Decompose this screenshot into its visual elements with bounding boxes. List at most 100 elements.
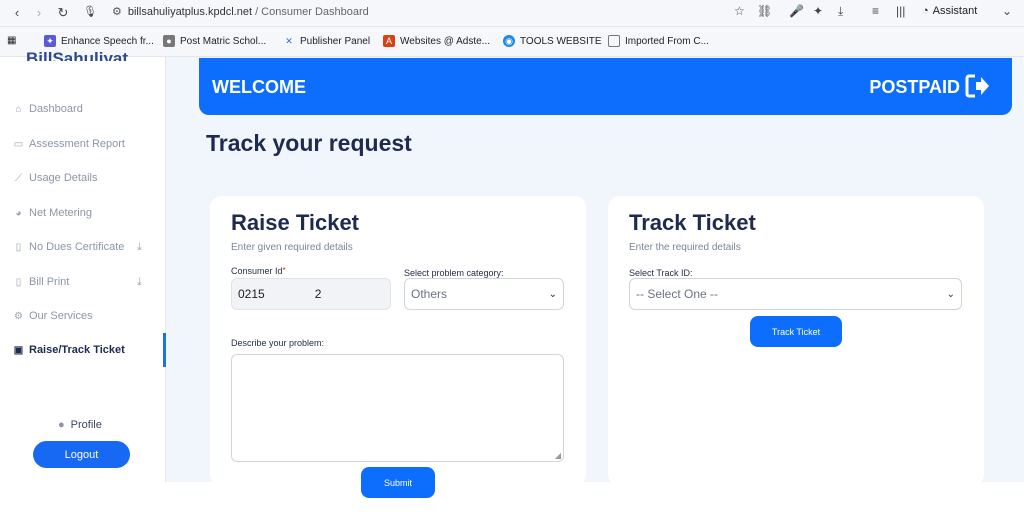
audio-icon[interactable]: ||| — [896, 4, 905, 18]
describe-label: Describe your problem: — [231, 338, 325, 348]
category-label: Select problem category: — [404, 268, 504, 278]
consumer-id-label-text: Consumer Id — [231, 266, 283, 276]
certificate-icon: ▯ — [15, 241, 22, 253]
submit-button[interactable]: Submit — [361, 467, 435, 498]
bookmark-favicon-icon: A — [383, 35, 395, 47]
bookmark-item[interactable]: ◉ TOOLS WEBSITE — [503, 35, 602, 47]
assistant-button[interactable]: ◔ Assistant — [922, 5, 977, 17]
extensions-icon[interactable]: ✦ — [813, 4, 823, 18]
track-id-selected: -- Select One -- — [636, 287, 719, 301]
download-icon[interactable]: ⤓ — [137, 276, 142, 289]
track-ticket-subtitle: Enter the required details — [629, 242, 741, 253]
bookmark-favicon-icon: ◉ — [503, 35, 515, 47]
main-content: WELCOME POSTPAID Track your request Rais… — [166, 57, 1024, 498]
sidebar-item-label: Our Services — [29, 310, 93, 322]
sidebar-item-dashboard[interactable]: ⌂ Dashboard — [13, 103, 153, 115]
bookmark-label: Publisher Panel — [300, 35, 371, 47]
sidebar-item-label: Net Metering — [29, 207, 92, 219]
ticket-icon: ▣ — [13, 344, 24, 356]
reload-icon[interactable]: ↻ — [52, 5, 74, 21]
assistant-icon: ◔ — [922, 5, 929, 17]
sidebar-item-net-metering[interactable]: ◕ Net Metering — [13, 207, 153, 219]
bookmark-label: TOOLS WEBSITE — [520, 35, 602, 47]
folder-icon — [608, 35, 620, 47]
address-bar[interactable]: ⚙ billsahuliyatplus.kpdcl.net / Consumer… — [112, 5, 369, 19]
track-id-select[interactable]: -- Select One -- ⌄ — [629, 278, 962, 310]
assistant-label: Assistant — [932, 5, 978, 17]
consumer-id-tail: 2 — [314, 287, 322, 301]
home-icon: ⌂ — [15, 103, 22, 115]
chevron-down-icon: ⌄ — [946, 288, 955, 300]
voice-icon[interactable]: 🎤 — [789, 4, 804, 18]
menu-lines-icon[interactable]: ≡ — [872, 4, 879, 18]
bookmark-favicon-icon: ✦ — [44, 35, 56, 47]
logout-button[interactable]: Logout — [33, 441, 130, 468]
logout-arrow-icon[interactable] — [964, 73, 990, 99]
link-icon[interactable]: ⛓ — [757, 4, 772, 18]
user-icon: ● — [58, 419, 65, 431]
describe-textarea[interactable]: ◢ — [231, 354, 564, 462]
sidebar-item-bill-print[interactable]: ▯ Bill Print ⤓ — [13, 276, 153, 289]
brand-logo: BillSahuliyat — [26, 49, 129, 61]
bookmark-item[interactable]: ✕ Publisher Panel — [283, 35, 370, 47]
sidebar-item-raise-track-ticket[interactable]: ▣ Raise/Track Ticket — [13, 344, 153, 356]
sidebar-item-assessment-report[interactable]: ▭ Assessment Report — [13, 138, 153, 150]
sidebar-item-label: Assessment Report — [29, 138, 125, 150]
raise-ticket-title: Raise Ticket — [231, 210, 360, 235]
bookmark-item[interactable]: ● Post Matric Schol... — [163, 35, 266, 47]
plan-label: POSTPAID — [869, 77, 960, 97]
bookmark-star-icon[interactable]: ☆ — [734, 4, 745, 18]
sidebar-item-usage-details[interactable]: ⟋ Usage Details — [13, 172, 153, 184]
url-path: / Consumer Dashboard — [252, 5, 369, 18]
sidebar-item-no-dues-certificate[interactable]: ▯ No Dues Certificate ⤓ — [13, 241, 153, 254]
raise-ticket-subtitle: Enter given required details — [231, 242, 353, 253]
sidebar-item-label: Raise/Track Ticket — [29, 344, 125, 356]
consumer-id-value: 0215 — [238, 287, 265, 301]
bookmark-item[interactable]: Imported From C... — [608, 35, 709, 47]
required-marker: * — [282, 266, 286, 275]
track-ticket-button[interactable]: Track Ticket — [750, 316, 842, 347]
welcome-banner: WELCOME POSTPAID — [199, 58, 1012, 115]
bookmarks-bar: ▦ ✦ Enhance Speech fr... ● Post Matric S… — [0, 27, 1024, 57]
browser-toolbar: ‹ › ↻ 🎙 ⚙ billsahuliyatplus.kpdcl.net / … — [0, 0, 1024, 27]
track-ticket-card: Track Ticket Enter the required details … — [608, 196, 984, 486]
sidebar: BillSahuliyat ⌂ Dashboard ▭ Assessment R… — [0, 49, 166, 482]
bookmark-favicon-icon: ✕ — [285, 36, 293, 46]
forward-icon[interactable]: › — [28, 5, 50, 20]
sidebar-item-label: Dashboard — [29, 103, 83, 115]
category-select[interactable]: Others ⌄ — [404, 278, 564, 310]
redacted-block — [264, 287, 315, 301]
category-selected: Others — [411, 287, 448, 301]
bookmark-item[interactable]: A Websites @ Adste... — [383, 35, 490, 47]
bookmark-label: Enhance Speech fr... — [61, 35, 154, 47]
resize-handle-icon[interactable]: ◢ — [555, 451, 561, 460]
raise-ticket-card: Raise Ticket Enter given required detail… — [210, 196, 586, 498]
sidebar-item-label: Usage Details — [29, 172, 98, 184]
bookmark-favicon-icon: ● — [163, 35, 175, 47]
download-icon[interactable]: ⤓ — [137, 241, 142, 254]
profile-label: Profile — [70, 419, 102, 431]
profile-link[interactable]: ● Profile — [58, 419, 102, 431]
services-icon: ⚙ — [14, 310, 23, 322]
bookmark-label: Websites @ Adste... — [400, 35, 491, 47]
bill-icon: ▯ — [15, 276, 22, 288]
sidebar-item-our-services[interactable]: ⚙ Our Services — [13, 310, 153, 322]
mic-icon[interactable]: 🎙 — [79, 5, 101, 18]
sidebar-item-label: Bill Print — [29, 276, 70, 288]
sidebar-item-label: No Dues Certificate — [29, 241, 125, 253]
report-icon: ▭ — [13, 138, 24, 150]
chevron-down-icon[interactable]: ⌄ — [1002, 4, 1012, 18]
back-icon[interactable]: ‹ — [6, 5, 28, 20]
bookmark-label: Post Matric Schol... — [180, 35, 267, 47]
welcome-text: WELCOME — [212, 77, 306, 97]
site-info-icon[interactable]: ⚙ — [112, 5, 122, 18]
meter-icon: ◕ — [15, 207, 22, 219]
bookmark-label: Imported From C... — [625, 35, 709, 47]
track-id-label: Select Track ID: — [629, 268, 693, 278]
apps-icon[interactable]: ▦ — [7, 35, 16, 46]
download-icon[interactable]: ⤓ — [838, 4, 843, 19]
chevron-down-icon: ⌄ — [548, 288, 557, 300]
bookmark-item[interactable]: ✦ Enhance Speech fr... — [44, 35, 154, 47]
consumer-id-field[interactable]: 0215 2 — [231, 278, 391, 310]
chart-icon: ⟋ — [15, 172, 22, 184]
